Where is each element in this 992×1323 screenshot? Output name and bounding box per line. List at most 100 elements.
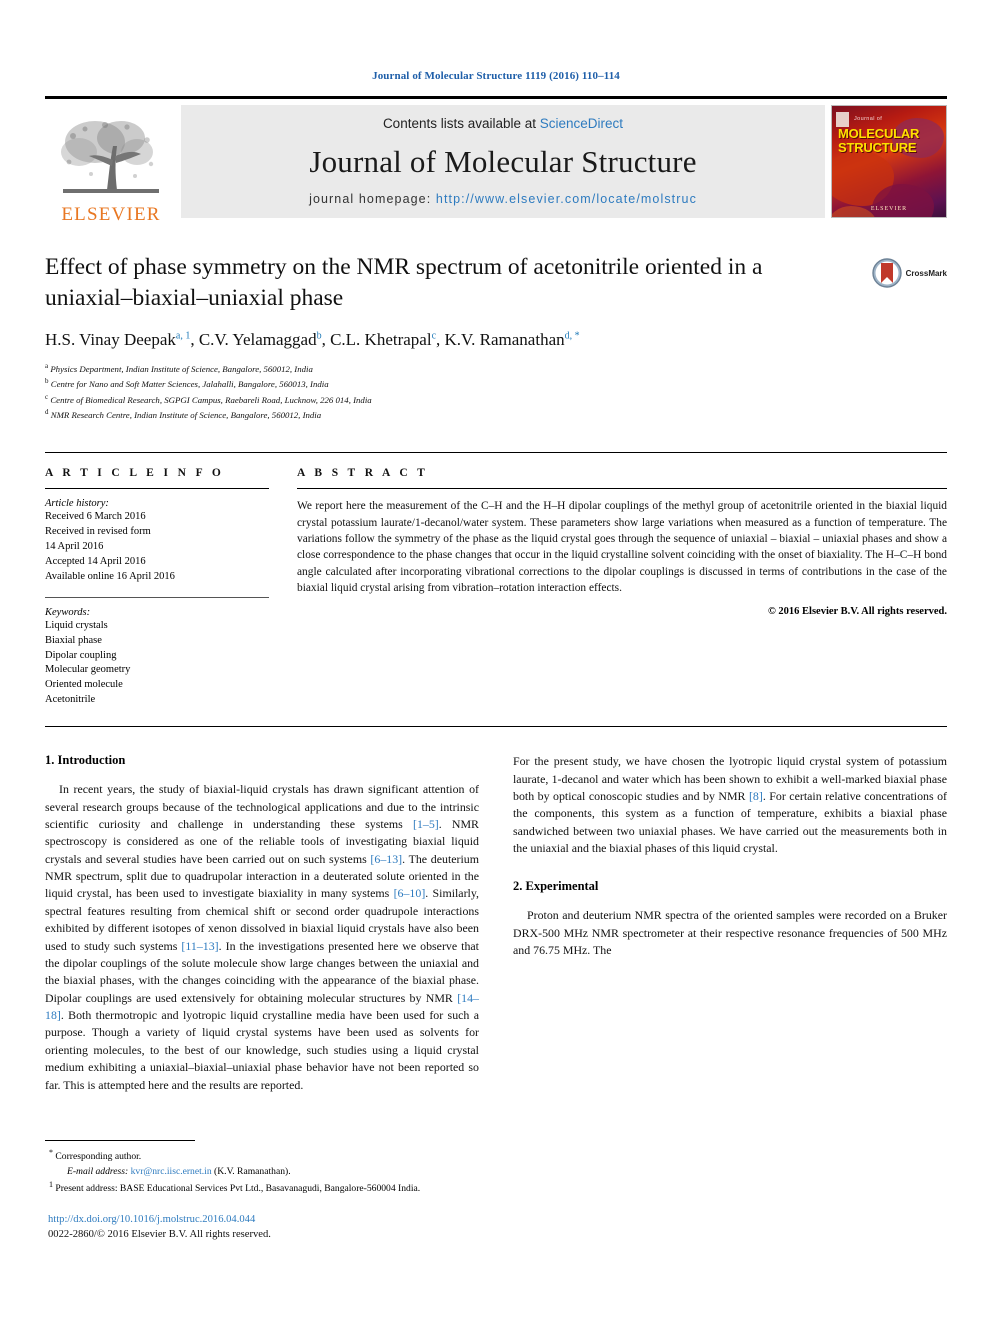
citation-link[interactable]: [1–5] <box>413 817 439 831</box>
author-name: H.S. Vinay Deepak <box>45 330 176 350</box>
article-history-item: 14 April 2016 <box>45 541 104 553</box>
body-columns: 1. Introduction In recent years, the stu… <box>45 753 947 1094</box>
author-item: C.L. Khetrapalc <box>330 330 436 349</box>
keyword-item: Biaxial phase <box>45 634 102 646</box>
masthead-banner: Contents lists available at ScienceDirec… <box>181 105 825 218</box>
sciencedirect-link[interactable]: ScienceDirect <box>540 116 623 131</box>
body-column-right: For the present study, we have chosen th… <box>513 753 947 1094</box>
cover-footer-label: ELSEVIER <box>870 206 908 212</box>
author-marks: b <box>316 330 322 342</box>
affiliation-item: c Centre of Biomedical Research, SGPGI C… <box>45 392 947 407</box>
section-heading-experimental: 2. Experimental <box>513 879 599 894</box>
intro-paragraph-1: In recent years, the study of biaxial-li… <box>45 781 479 1094</box>
journal-homepage-line: journal homepage: http://www.elsevier.co… <box>309 192 697 206</box>
affiliation-text: Centre of Biomedical Research, SGPGI Cam… <box>50 394 372 405</box>
keyword-item: Liquid crystals <box>45 619 108 631</box>
article-history-label: Article history: <box>45 498 109 510</box>
footnote-present-text: Present address: BASE Educational Servic… <box>55 1183 421 1195</box>
author-name: C.V. Yelamaggad <box>198 330 317 350</box>
article-history-item: Received 6 March 2016 <box>45 511 146 523</box>
citation-link[interactable]: [11–13] <box>181 939 218 953</box>
divider <box>45 488 269 490</box>
author-list: H.S. Vinay Deepaka, 1, C.V. Yelamaggadb,… <box>45 330 580 350</box>
footnote-divider <box>45 1140 195 1141</box>
section-heading-introduction: 1. Introduction <box>45 753 126 768</box>
abstract-column: A B S T R A C T We report here the measu… <box>297 467 947 708</box>
cover-title: MOLECULAR STRUCTURE <box>838 127 942 154</box>
abstract-copyright: © 2016 Elsevier B.V. All rights reserved… <box>767 605 947 617</box>
affiliation-list: a Physics Department, Indian Institute o… <box>45 361 947 422</box>
citation-link[interactable]: [6–13] <box>370 852 402 866</box>
footnote-mark: 1 <box>49 1179 53 1189</box>
author-marks: d, * <box>564 330 580 342</box>
title-block: Effect of phase symmetry on the NMR spec… <box>45 252 947 422</box>
affiliation-item: d NMR Research Centre, Indian Institute … <box>45 407 947 422</box>
elsevier-logo: ELSEVIER <box>45 99 177 224</box>
crossmark-icon <box>871 258 902 288</box>
footnote-email-line: E-mail address: kvr@nrc.iisc.ernet.in (K… <box>45 1165 465 1179</box>
keywords-label: Keywords: <box>45 606 91 618</box>
author-marks: a, 1 <box>175 330 191 342</box>
keyword-item: Oriented molecule <box>45 679 123 691</box>
article-page: Journal of Molecular Structure 1119 (201… <box>0 0 992 1323</box>
elsevier-tree-icon <box>61 121 159 193</box>
affiliation-item: b Centre for Nano and Soft Matter Scienc… <box>45 376 947 391</box>
email-owner: (K.V. Ramanathan). <box>214 1165 291 1177</box>
affiliation-text: NMR Research Centre, Indian Institute of… <box>50 409 322 420</box>
body-column-left: 1. Introduction In recent years, the stu… <box>45 753 479 1094</box>
doi-link[interactable]: http://dx.doi.org/10.1016/j.molstruc.201… <box>48 1212 271 1227</box>
experimental-paragraph-1: Proton and deuterium NMR spectra of the … <box>513 908 947 958</box>
elsevier-wordmark: ELSEVIER <box>61 204 161 225</box>
affiliation-item: a Physics Department, Indian Institute o… <box>45 361 947 376</box>
affiliation-text: Centre for Nano and Soft Matter Sciences… <box>50 379 329 390</box>
affiliation-mark: b <box>45 377 49 386</box>
footnote-mark: * <box>49 1148 53 1157</box>
contents-prefix: Contents lists available at <box>382 116 540 131</box>
cover-publisher-badge <box>836 112 849 127</box>
email-link[interactable]: kvr@nrc.iisc.ernet.in <box>131 1166 212 1177</box>
citation-link[interactable]: [6–10] <box>394 886 426 900</box>
footnote-block: * Corresponding author. E-mail address: … <box>45 1140 465 1197</box>
abstract-heading: A B S T R A C T <box>297 467 429 480</box>
homepage-prefix: journal homepage: <box>309 192 436 206</box>
article-info-column: A R T I C L E I N F O Article history: R… <box>45 467 269 708</box>
keyword-item: Molecular geometry <box>45 664 131 676</box>
intro-paragraph-2: For the present study, we have chosen th… <box>513 753 947 857</box>
divider <box>45 596 269 598</box>
issn-copyright-line: 0022-2860/© 2016 Elsevier B.V. All right… <box>48 1229 271 1241</box>
journal-title: Journal of Molecular Structure <box>309 144 697 179</box>
cover-title-line-1: MOLECULAR <box>838 126 920 141</box>
contents-available-line: Contents lists available at ScienceDirec… <box>383 116 623 131</box>
footnote-corresponding-text: Corresponding author. <box>55 1151 142 1163</box>
affiliation-mark: a <box>45 362 49 371</box>
journal-cover-thumbnail: Journal of MOLECULAR STRUCTURE ELSEVIER <box>831 105 947 218</box>
author-item: C.V. Yelamaggadb <box>199 330 322 349</box>
author-item: H.S. Vinay Deepaka, 1 <box>45 330 190 349</box>
doi-block: http://dx.doi.org/10.1016/j.molstruc.201… <box>48 1212 271 1242</box>
author-item: K.V. Ramanathand, * <box>445 330 580 349</box>
intro-text-f: . Both thermotropic and lyotropic liquid… <box>45 1008 479 1092</box>
affiliation-mark: d <box>45 407 49 416</box>
divider <box>45 726 947 728</box>
affiliation-mark: c <box>45 392 49 401</box>
article-history-item: Received in revised form <box>45 526 151 538</box>
cover-top-label: Journal of <box>854 116 883 122</box>
keyword-item: Dipolar coupling <box>45 649 117 661</box>
article-info-heading: A R T I C L E I N F O <box>45 467 225 480</box>
author-name: K.V. Ramanathan <box>444 330 565 350</box>
citation-link[interactable]: [8] <box>749 789 763 803</box>
author-name: C.L. Khetrapal <box>330 330 432 350</box>
affiliation-text: Physics Department, Indian Institute of … <box>50 364 313 375</box>
abstract-text: We report here the measurement of the C–… <box>297 500 947 595</box>
author-marks: c <box>431 330 437 342</box>
email-label: E-mail address: <box>67 1165 129 1177</box>
info-abstract-section: A R T I C L E I N F O Article history: R… <box>45 452 947 708</box>
journal-masthead: ELSEVIER Contents lists available at Sci… <box>45 96 947 224</box>
divider <box>297 488 947 490</box>
keyword-item: Acetonitrile <box>45 694 96 706</box>
running-head: Journal of Molecular Structure 1119 (201… <box>372 70 620 82</box>
homepage-url-link[interactable]: http://www.elsevier.com/locate/molstruc <box>436 192 697 206</box>
cover-title-line-2: STRUCTURE <box>838 139 917 155</box>
crossmark-badge[interactable]: CrossMark <box>871 258 947 288</box>
page-title: Effect of phase symmetry on the NMR spec… <box>45 254 763 311</box>
